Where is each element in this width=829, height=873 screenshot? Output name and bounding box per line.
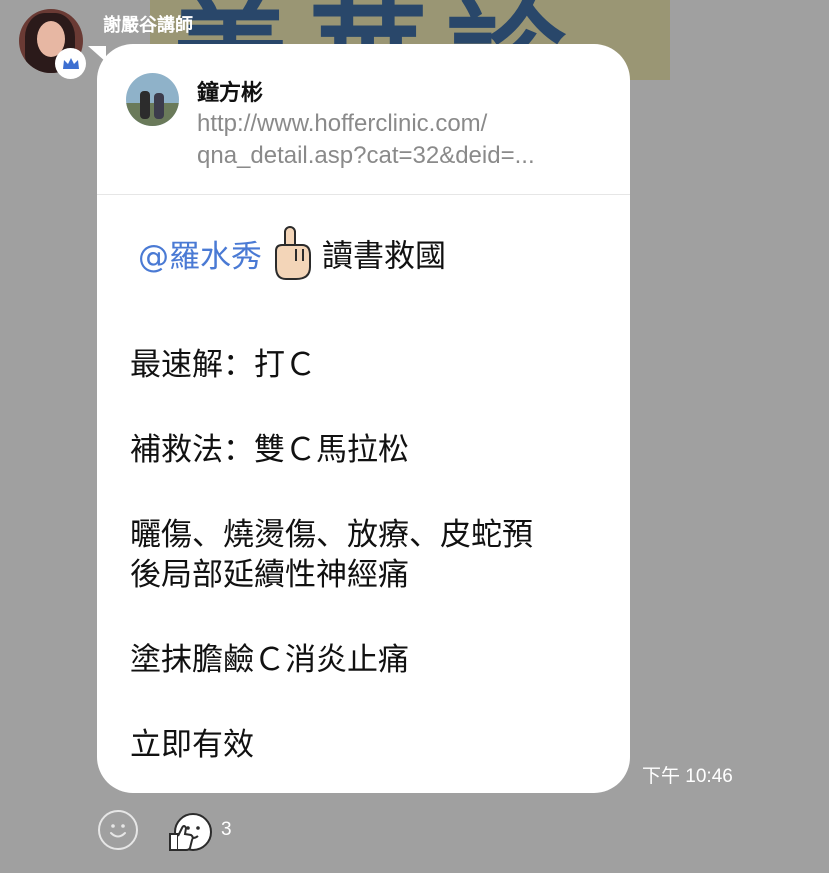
reaction-count: 3 xyxy=(221,819,232,840)
pointing-up-hand-emoji xyxy=(268,225,316,291)
reply-url-line-2: qna_detail.asp?cat=32&deid=... xyxy=(197,142,535,169)
message-line-4b: 後局部延續性神經痛 xyxy=(130,557,409,593)
crown-icon xyxy=(55,48,86,79)
thumbs-up-face-icon[interactable] xyxy=(167,810,215,858)
message-line-5: 塗抹膽鹼Ｃ消炎止痛 xyxy=(130,642,409,678)
reply-avatar xyxy=(126,73,179,126)
reply-url-line-1: http://www.hofferclinic.com/ xyxy=(197,110,488,137)
reply-avatar-person xyxy=(140,91,150,119)
message-timestamp: 下午 10:46 xyxy=(642,766,733,787)
reply-avatar-ground xyxy=(126,103,179,126)
message-line-2: 最速解：打Ｃ xyxy=(130,347,316,383)
reply-avatar-person xyxy=(154,93,164,119)
sender-name: 謝嚴谷講師 xyxy=(103,15,193,36)
reply-divider xyxy=(97,194,630,195)
message-line-1-text: 讀書救國 xyxy=(322,238,446,275)
reply-author-name: 鐘方彬 xyxy=(197,81,264,106)
mention-link[interactable]: @羅水秀 xyxy=(138,239,262,275)
message-line-4a: 曬傷、燒燙傷、放療、皮蛇預 xyxy=(130,517,533,553)
message-line-6: 立即有效 xyxy=(130,727,254,763)
reply-url[interactable]: http://www.hofferclinic.com/ qna_detail.… xyxy=(197,108,607,172)
smiley-icon[interactable] xyxy=(98,810,138,850)
message-line-3: 補救法：雙Ｃ馬拉松 xyxy=(130,432,409,468)
message-line-1: @羅水秀 讀書救國 xyxy=(130,225,610,291)
message-text: @羅水秀 讀書救國 最速解：打Ｃ 補救法：雙Ｃ馬拉松 曬傷、燒燙傷、放療、皮蛇預… xyxy=(130,225,610,765)
